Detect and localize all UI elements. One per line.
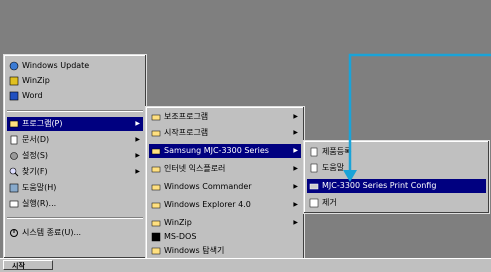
annotation-arrow [343, 53, 491, 182]
start-button[interactable]: 시작 [3, 260, 53, 270]
taskbar: 시작 [0, 258, 491, 272]
